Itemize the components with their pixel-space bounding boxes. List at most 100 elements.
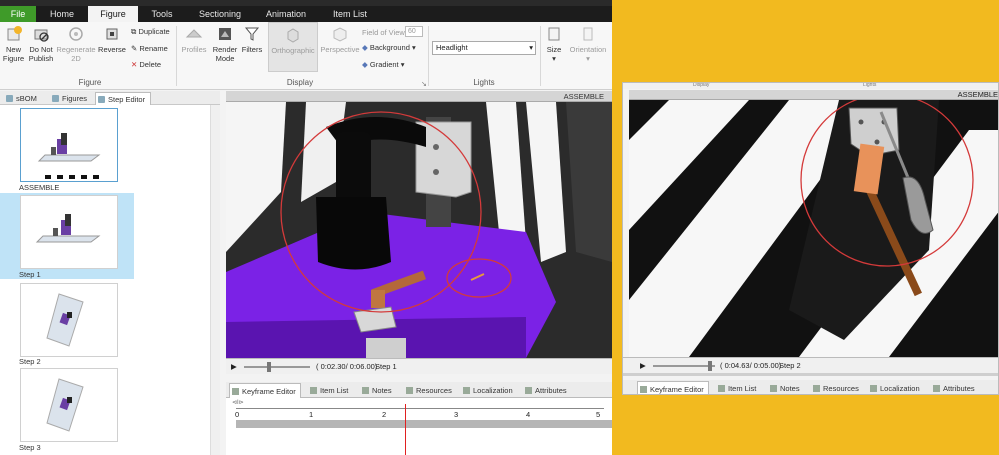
headlight-select[interactable]: Headlight ▾: [432, 41, 536, 55]
tab-figure[interactable]: Figure: [88, 6, 138, 22]
do-not-publish-button[interactable]: Do Not Publish: [27, 25, 55, 63]
tick-label: 0: [235, 410, 240, 419]
display-group-label: Display: [286, 78, 314, 87]
profiles-label: Profiles: [181, 45, 207, 54]
step-thumbnail: [20, 108, 118, 182]
tab-localization[interactable]: Localization: [868, 381, 926, 394]
chevron-down-icon: ▾: [412, 43, 416, 52]
rename-label: Rename: [139, 44, 168, 53]
field-of-view-input[interactable]: 60: [405, 26, 423, 37]
tab-notes[interactable]: Notes: [360, 383, 398, 398]
main-window: File Home Figure Tools Sectioning Animat…: [0, 0, 612, 455]
size-button[interactable]: Size ▾: [543, 25, 565, 63]
step-2[interactable]: Step 2: [0, 281, 210, 367]
orientation-button[interactable]: Orientation ▾: [566, 25, 610, 63]
step-3[interactable]: Step 3: [0, 366, 210, 452]
play-icon[interactable]: ▶: [640, 358, 646, 374]
rename-button[interactable]: ✎ Rename: [131, 44, 168, 53]
tab-home[interactable]: Home: [42, 6, 82, 22]
do-not-publish-label: Do Not Publish: [28, 45, 54, 63]
chevron-down-icon: ▾: [586, 54, 590, 63]
tick-label: 4: [526, 410, 531, 419]
playhead[interactable]: [405, 404, 407, 455]
ribbon-tabbar: File Home Figure Tools Sectioning Animat…: [0, 6, 612, 22]
tab-keyframe-editor[interactable]: Keyframe Editor: [229, 383, 301, 398]
viewport-title: ASSEMBLE: [629, 90, 998, 100]
tab-step-editor[interactable]: Step Editor: [95, 92, 151, 105]
ribbon: New Figure Do Not Publish Regenerate 2D …: [0, 22, 612, 90]
tab-sbom[interactable]: sBOM: [4, 92, 44, 105]
viewport-3d[interactable]: ASSEMBLE ▶ (0:02.30/ 0:06.00) Step 1: [226, 91, 612, 374]
tab-tools[interactable]: Tools: [144, 6, 180, 22]
tab-item-list[interactable]: Item List: [308, 383, 354, 398]
regenerate-2d-label: Regenerate 2D: [56, 45, 96, 63]
divider: [176, 26, 177, 86]
tab-sectioning[interactable]: Sectioning: [190, 6, 250, 22]
orthographic-button[interactable]: Orthographic: [268, 22, 318, 72]
slider-handle[interactable]: [708, 361, 713, 371]
gradient-label: Gradient: [369, 60, 399, 69]
tab-attributes[interactable]: Attributes: [931, 381, 983, 394]
profiles-button[interactable]: Profiles: [180, 25, 208, 54]
new-figure-icon: [7, 26, 22, 41]
chevron-down-icon: ▾: [552, 54, 556, 63]
tick-label: 2: [382, 410, 387, 419]
perspective-button[interactable]: Perspective: [320, 25, 360, 54]
timeline-slider[interactable]: [244, 366, 310, 368]
divider: [428, 26, 429, 86]
tab-file[interactable]: File: [0, 6, 36, 22]
size-label: Size: [546, 45, 562, 54]
scene-render[interactable]: [629, 100, 999, 357]
background-dropdown[interactable]: ◆ Background ▾: [362, 43, 416, 52]
divider: [623, 373, 998, 376]
tab-localization[interactable]: Localization: [461, 383, 519, 398]
regenerate-2d-button[interactable]: Regenerate 2D: [56, 25, 96, 63]
slider-handle[interactable]: [267, 362, 272, 372]
background-label: Background: [369, 43, 410, 52]
new-figure-button[interactable]: New Figure: [0, 25, 27, 63]
render-mode-label: Render Mode: [212, 45, 238, 63]
step-1[interactable]: Step 1: [0, 193, 134, 279]
tab-attributes[interactable]: Attributes: [523, 383, 575, 398]
playback-bar: ▶ ( 0:02.30/ 0:06.00) Step 1: [226, 358, 612, 374]
render-mode-button[interactable]: Render Mode: [210, 25, 240, 63]
tab-item-list[interactable]: Item List: [716, 381, 762, 394]
partial-lights-label: Lights: [863, 82, 877, 88]
regenerate-2d-icon: [69, 27, 83, 41]
scene-render: [226, 102, 612, 358]
filters-button[interactable]: Filters: [240, 25, 264, 54]
step-thumbnail: [20, 195, 118, 269]
tab-resources[interactable]: Resources: [404, 383, 458, 398]
tab-animation[interactable]: Animation: [258, 6, 314, 22]
keyframe-track[interactable]: [236, 420, 612, 428]
current-step-label: Step 1: [375, 362, 397, 371]
timeline-ruler: [236, 408, 604, 409]
orientation-icon: [583, 27, 593, 41]
delete-button[interactable]: ✕ Delete: [131, 60, 161, 69]
dialog-launcher-icon[interactable]: ↘: [421, 80, 427, 88]
editor-tabs: Keyframe Editor Item List Notes Resource…: [623, 380, 998, 394]
reverse-button[interactable]: Reverse: [98, 25, 126, 54]
tab-resources[interactable]: Resources: [811, 381, 865, 394]
step-thumbnail: [20, 283, 118, 357]
step-assemble[interactable]: ASSEMBLE: [0, 106, 210, 194]
tab-keyframe-editor[interactable]: Keyframe Editor: [637, 381, 709, 394]
rename-icon: ✎: [131, 44, 138, 53]
panel-scrollbar[interactable]: [210, 105, 220, 455]
keyframe-editor: ⊲I⊳ 0 1 2 3 4 5: [226, 398, 612, 455]
step-label: ASSEMBLE: [19, 183, 60, 192]
tab-item-list[interactable]: Item List: [325, 6, 375, 22]
gradient-dropdown[interactable]: ◆ Gradient ▾: [362, 60, 405, 69]
duplicate-button[interactable]: ⧉ Duplicate: [131, 27, 170, 37]
tab-notes[interactable]: Notes: [768, 381, 806, 394]
play-icon[interactable]: ▶: [231, 359, 237, 374]
figure-group-label: Figure: [78, 78, 102, 87]
profiles-icon: [185, 29, 203, 38]
perspective-label: Perspective: [320, 45, 360, 54]
step-panel: sBOM Figures Step Editor ASSEMBLE Step 1…: [0, 91, 220, 455]
background-icon: ◆: [362, 43, 368, 52]
filters-label: Filters: [241, 45, 263, 54]
tab-figures[interactable]: Figures: [50, 92, 90, 105]
reverse-icon: [106, 28, 118, 40]
timeline-slider[interactable]: [653, 365, 715, 367]
